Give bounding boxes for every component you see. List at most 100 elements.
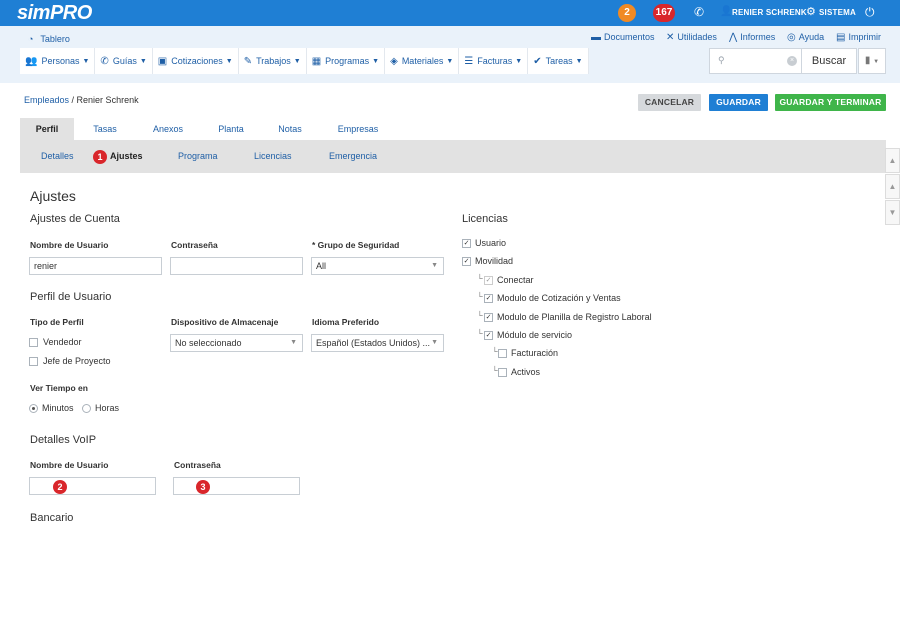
annotation-marker-3: 3 — [196, 480, 210, 494]
tab-attachments[interactable]: Anexos — [136, 118, 200, 140]
license-service-label: Módulo de servicio — [497, 330, 573, 340]
tab-notes[interactable]: Notas — [262, 118, 318, 140]
chevron-down-icon: ▼ — [575, 57, 583, 65]
profile-type-label: Tipo de Perfil — [30, 317, 84, 327]
chevron-down-icon: ▼ — [515, 57, 523, 65]
simpro-logo[interactable]: simPRO — [17, 2, 92, 25]
tree-connector: └ — [492, 347, 498, 356]
menu-quotes[interactable]: ▣ Cotizaciones ▼ — [153, 48, 239, 74]
license-quotes-label: Modulo de Cotización y Ventas — [497, 293, 621, 303]
phone-icon[interactable]: ✆ — [694, 5, 704, 19]
save-and-finish-button[interactable]: GUARDAR Y TERMINAR — [775, 94, 886, 111]
voip-username-input[interactable] — [29, 477, 156, 495]
license-mobility-checkbox[interactable]: ✓ — [462, 257, 471, 266]
voip-section-title: Detalles VoIP — [30, 434, 97, 446]
password-input[interactable] — [170, 257, 303, 275]
system-menu[interactable]: SISTEMA — [819, 8, 856, 17]
bookmark-button[interactable]: ▮ ▼ — [858, 48, 886, 74]
tree-connector: └ — [477, 274, 483, 283]
language-select[interactable]: Español (Estados Unidos) ... ▼ — [311, 334, 444, 352]
documents-link[interactable]: ▬ Documentos — [591, 32, 655, 43]
chart-icon: ⋀ — [729, 32, 738, 43]
tab-profile[interactable]: Perfil — [20, 118, 74, 140]
search-icon: ⚲ — [718, 55, 725, 65]
menu-people[interactable]: 👥 Personas ▼ — [20, 48, 96, 74]
scroll-top-button[interactable]: ▲ — [885, 148, 900, 173]
voip-password-input[interactable] — [173, 477, 300, 495]
sub-tabs: Detalles Ajustes Programa Licencias Emer… — [20, 140, 886, 173]
hours-radio[interactable] — [82, 404, 91, 413]
voip-username-label: Nombre de Usuario — [30, 460, 109, 470]
license-user-checkbox[interactable]: ✓ — [462, 239, 471, 248]
storage-device-label: Dispositivo de Almacenaje — [171, 317, 279, 327]
project-manager-checkbox[interactable] — [29, 357, 38, 366]
search-button[interactable]: Buscar — [802, 48, 857, 74]
license-service-checkbox[interactable]: ✓ — [484, 331, 493, 340]
notifications-badge[interactable]: 2 — [618, 4, 636, 22]
license-timesheet-checkbox[interactable]: ✓ — [484, 313, 493, 322]
license-assets-label: Activos — [511, 367, 541, 377]
utilities-link[interactable]: ✕ Utilidades — [666, 32, 717, 43]
subtab-settings[interactable]: Ajustes — [110, 151, 143, 161]
chevron-down-icon: ▼ — [82, 57, 90, 65]
scroll-up-button[interactable]: ▲ — [885, 174, 900, 199]
license-billing-label: Facturación — [511, 348, 559, 358]
license-billing-checkbox[interactable] — [498, 349, 507, 358]
annotation-marker-1: 1 — [93, 150, 107, 164]
breadcrumb: Empleados / Renier Schrenk — [24, 95, 139, 105]
username-input[interactable] — [29, 257, 162, 275]
menu-schedules[interactable]: ▦ Programas ▼ — [307, 48, 386, 74]
salesperson-checkbox[interactable] — [29, 338, 38, 347]
tab-rates[interactable]: Tasas — [74, 118, 136, 140]
subtab-licenses[interactable]: Licencias — [254, 151, 292, 161]
license-connect-checkbox: ✓ — [484, 276, 493, 285]
help-link[interactable]: ◎ Ayuda — [787, 32, 824, 43]
print-link[interactable]: ▤ Imprimir — [836, 32, 881, 43]
license-timesheet-label: Modulo de Planilla de Registro Laboral — [497, 312, 652, 322]
tree-connector: └ — [477, 329, 483, 338]
subtab-schedule[interactable]: Programa — [178, 151, 218, 161]
hours-label: Horas — [95, 403, 120, 413]
security-group-select[interactable]: All ▼ — [311, 257, 444, 275]
minutes-label: Minutos — [42, 403, 74, 413]
top-bar: simPRO 2 167 ✆ 👤 RENIER SCHRENK ⚙ SISTEM… — [0, 0, 900, 26]
tab-plant[interactable]: Planta — [200, 118, 262, 140]
search-input[interactable]: ⚲ × — [709, 48, 802, 74]
menu-materials[interactable]: ◈ Materiales ▼ — [385, 48, 460, 74]
chevron-down-icon: ▼ — [888, 208, 897, 217]
license-quotes-checkbox[interactable]: ✓ — [484, 294, 493, 303]
breadcrumb-employees-link[interactable]: Empleados — [24, 95, 69, 105]
menu-tasks[interactable]: ✔ Tareas ▼ — [528, 48, 589, 74]
project-manager-label: Jefe de Proyecto — [43, 356, 111, 366]
tab-companies[interactable]: Empresas — [318, 118, 398, 140]
people-icon: 👥 — [25, 55, 38, 67]
username-label: Nombre de Usuario — [30, 240, 109, 250]
chevron-down-icon: ▼ — [139, 57, 147, 65]
user-menu[interactable]: RENIER SCHRENK — [732, 8, 807, 17]
tree-connector: └ — [477, 292, 483, 301]
breadcrumb-current: Renier Schrenk — [76, 95, 139, 105]
minutes-radio[interactable] — [29, 404, 38, 413]
chevron-down-icon: ▼ — [873, 59, 880, 65]
dashboard-icon: ◔ — [28, 34, 34, 44]
license-assets-checkbox[interactable] — [498, 368, 507, 377]
reports-link[interactable]: ⋀ Informes — [729, 32, 775, 43]
storage-device-select[interactable]: No seleccionado ▼ — [170, 334, 303, 352]
cancel-button[interactable]: CANCELAR — [638, 94, 701, 111]
save-button[interactable]: GUARDAR — [709, 94, 768, 111]
menu-invoices[interactable]: ☰ Facturas ▼ — [459, 48, 529, 74]
dashboard-link[interactable]: ◔ Tablero — [28, 34, 70, 44]
licenses-section-title: Licencias — [462, 213, 508, 225]
menu-leads[interactable]: ✆ Guías ▼ — [95, 48, 153, 74]
chevron-down-icon: ▼ — [225, 57, 233, 65]
subtab-details[interactable]: Detalles — [41, 151, 74, 161]
calendar-icon: ▦ — [311, 55, 322, 67]
chevron-down-icon: ▼ — [372, 57, 380, 65]
clear-search-icon[interactable]: × — [787, 56, 797, 66]
printer-icon: ▤ — [836, 32, 846, 43]
power-icon[interactable]: ⏻ — [865, 5, 875, 20]
scroll-down-button[interactable]: ▼ — [885, 200, 900, 225]
subtab-emergency[interactable]: Emergencia — [329, 151, 377, 161]
menu-jobs[interactable]: ✎ Trabajos ▼ — [239, 48, 307, 74]
messages-badge[interactable]: 167 — [653, 4, 675, 22]
